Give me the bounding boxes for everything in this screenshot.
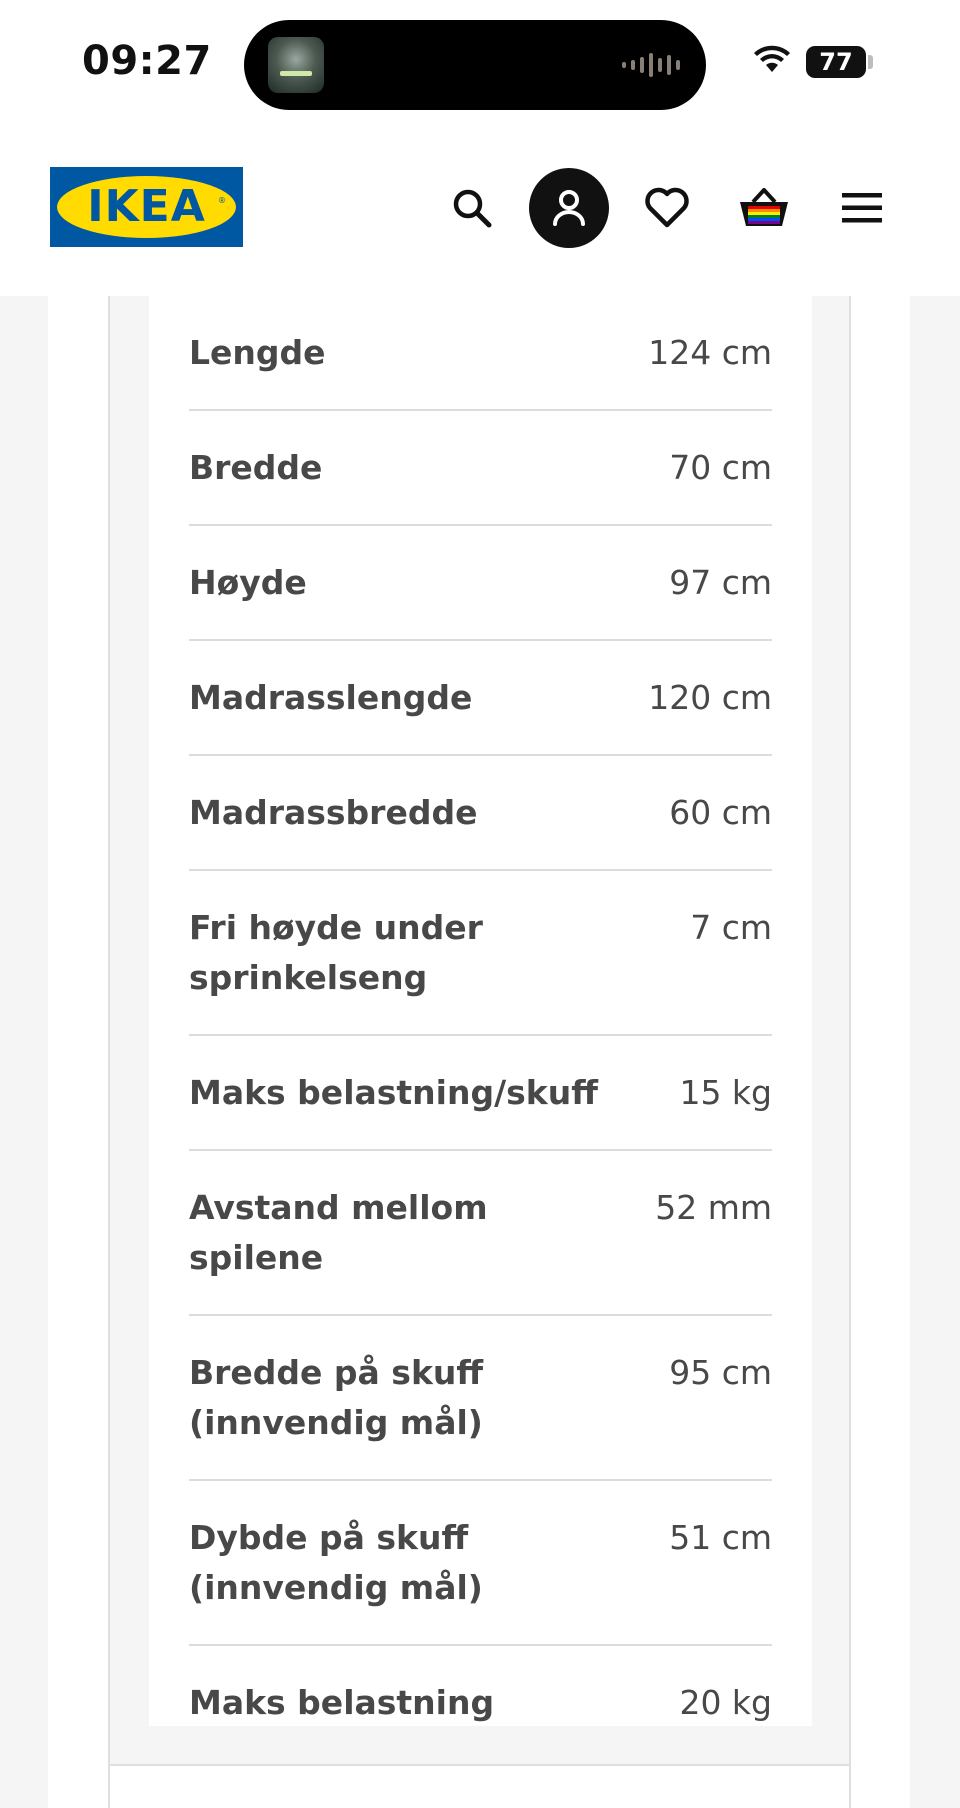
- measurement-label: Maks belastning/skuff: [189, 1073, 598, 1112]
- status-bar: 09:27 77: [0, 0, 960, 128]
- measurement-label: Dybde på skuff (innvendig mål): [189, 1518, 483, 1607]
- measurement-row: Maks belastning 20 kg: [189, 1646, 772, 1759]
- hamburger-menu-icon: [842, 193, 882, 223]
- registered-mark: ®: [218, 196, 226, 205]
- measurement-label: Lengde: [189, 333, 326, 372]
- product-details-content[interactable]: Lengde 124 cm Bredde 70 cm Høyde 97 cm M…: [0, 296, 960, 1808]
- measurement-label: Madrasslengde: [189, 678, 473, 717]
- measurement-label: Madrassbredde: [189, 793, 478, 832]
- measurement-label: Bredde på skuff (innvendig mål): [189, 1353, 484, 1442]
- measurement-label: Bredde: [189, 448, 323, 487]
- status-time: 09:27: [82, 38, 212, 84]
- profile-button[interactable]: [529, 168, 609, 248]
- logo-text: IKEA: [87, 181, 206, 232]
- wifi-icon: [754, 45, 790, 72]
- measurement-row: Avstand mellom spilene 52 mm: [189, 1151, 772, 1316]
- measurement-row: Bredde på skuff (innvendig mål) 95 cm: [189, 1316, 772, 1481]
- battery-tip: [868, 55, 873, 69]
- measurement-value: 124 cm: [648, 333, 772, 372]
- menu-button[interactable]: [822, 168, 902, 248]
- measurement-row: Lengde 124 cm: [189, 296, 772, 411]
- measurement-value: 52 mm: [655, 1188, 772, 1227]
- section-border-right: [849, 296, 851, 1808]
- measurement-row: Madrasslengde 120 cm: [189, 641, 772, 756]
- search-button[interactable]: [432, 168, 512, 248]
- measurement-value: 60 cm: [669, 793, 772, 832]
- measurement-value: 70 cm: [669, 448, 772, 487]
- measurement-label: Høyde: [189, 563, 307, 602]
- favourites-button[interactable]: [627, 168, 707, 248]
- measurement-row: Maks belastning/skuff 15 kg: [189, 1036, 772, 1151]
- measurement-value: 95 cm: [669, 1353, 772, 1392]
- measurement-row: Fri høyde under sprinkelseng 7 cm: [189, 871, 772, 1036]
- section-border-left: [108, 296, 110, 1808]
- measurement-row: Madrassbredde 60 cm: [189, 756, 772, 871]
- measurement-value: 120 cm: [648, 678, 772, 717]
- measurements-list: Lengde 124 cm Bredde 70 cm Høyde 97 cm M…: [149, 296, 812, 1759]
- ikea-logo[interactable]: IKEA ®: [50, 167, 243, 247]
- section-divider: [108, 1764, 851, 1766]
- battery-icon: 77: [806, 46, 866, 78]
- measurement-label: Avstand mellom spilene: [189, 1188, 488, 1277]
- dynamic-island[interactable]: [244, 20, 706, 110]
- measurement-value: 15 kg: [679, 1073, 772, 1112]
- cart-button[interactable]: [724, 168, 804, 248]
- profile-icon: [553, 190, 585, 226]
- heart-icon: [645, 187, 689, 228]
- basket-icon: [740, 188, 788, 226]
- measurement-value: 51 cm: [669, 1518, 772, 1557]
- waveform-icon: [622, 53, 680, 77]
- logo-oval: IKEA ®: [57, 176, 236, 238]
- measurement-value: 20 kg: [679, 1683, 772, 1722]
- site-header: IKEA ®: [0, 128, 960, 296]
- measurement-row: Bredde 70 cm: [189, 411, 772, 526]
- measurement-value: 7 cm: [690, 908, 772, 947]
- measurement-value: 97 cm: [669, 563, 772, 602]
- measurement-label: Maks belastning: [189, 1683, 495, 1722]
- now-playing-artwork: [268, 37, 324, 93]
- measurement-label: Fri høyde under sprinkelseng: [189, 908, 483, 997]
- measurement-row: Høyde 97 cm: [189, 526, 772, 641]
- measurements-panel: Lengde 124 cm Bredde 70 cm Høyde 97 cm M…: [149, 296, 812, 1726]
- search-icon: [453, 189, 492, 228]
- measurement-row: Dybde på skuff (innvendig mål) 51 cm: [189, 1481, 772, 1646]
